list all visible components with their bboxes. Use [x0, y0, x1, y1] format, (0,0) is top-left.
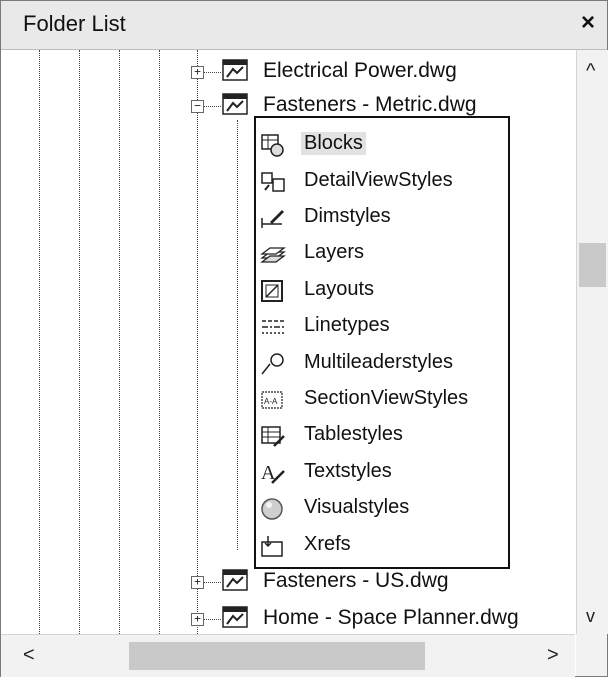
collapse-icon[interactable]: −	[191, 100, 204, 113]
dwg-file-icon	[222, 93, 248, 115]
tree-item-label: Fasteners - Metric.dwg	[263, 93, 477, 116]
blocks-icon	[261, 134, 284, 157]
tree-guide-line	[197, 50, 198, 634]
section-view-styles-icon: A-A	[261, 391, 283, 409]
visualstyles-icon	[261, 498, 283, 520]
tree-item-blocks[interactable]: Blocks	[256, 126, 508, 162]
scrollbar-corner	[576, 634, 607, 676]
linetypes-icon	[262, 320, 284, 334]
tree-item-label: Tablestyles	[304, 423, 403, 445]
dwg-file-icon	[222, 606, 248, 628]
tree-item-label: Linetypes	[304, 314, 390, 336]
tree-item-multileaderstyles[interactable]: Multileaderstyles	[256, 345, 508, 381]
title-bar: Folder List ×	[1, 1, 607, 50]
drawing-contents-list: Blocks DetailViewStyles Dimstyles Layers…	[254, 116, 510, 569]
multileader-icon	[261, 353, 284, 375]
tree-guide-line	[159, 50, 160, 634]
tree-item-label: SectionViewStyles	[304, 387, 469, 409]
folder-list-panel: Folder List × + Electrical Power.dwg − F…	[0, 0, 608, 677]
tree-item-label: Textstyles	[304, 460, 392, 482]
tree-guide-line	[79, 50, 80, 634]
expand-icon[interactable]: +	[191, 576, 204, 589]
panel-title: Folder List	[23, 11, 126, 36]
tree-item-layers[interactable]: Layers	[256, 235, 508, 271]
layouts-icon	[261, 280, 283, 302]
dwg-file-icon	[222, 569, 248, 591]
tree-item-label: Xrefs	[304, 533, 351, 555]
expand-icon[interactable]: +	[191, 66, 204, 79]
tree-item-tablestyles[interactable]: Tablestyles	[256, 417, 508, 453]
tree-item-label: Visualstyles	[304, 496, 410, 518]
textstyles-icon: A	[261, 462, 285, 484]
tree-item-textstyles[interactable]: A Textstyles	[256, 454, 508, 490]
dimstyles-icon	[261, 210, 284, 228]
tree-guide-line	[237, 120, 238, 550]
tree-item-label: Home - Space Planner.dwg	[263, 606, 519, 629]
tree-item-xrefs[interactable]: Xrefs	[256, 527, 508, 563]
tree-item-label: Layouts	[304, 278, 375, 300]
tree-item-label: Electrical Power.dwg	[263, 59, 457, 82]
tree-item-label: Blocks	[301, 132, 366, 155]
scroll-right-button[interactable]: >	[547, 644, 559, 667]
tablestyles-icon	[261, 426, 285, 447]
tree-item-label: Dimstyles	[304, 205, 391, 227]
horizontal-scroll-thumb[interactable]	[129, 642, 425, 670]
tree-item-linetypes[interactable]: Linetypes	[256, 308, 508, 344]
vertical-scrollbar[interactable]: ^ v	[576, 50, 608, 634]
xrefs-icon	[261, 536, 283, 557]
horizontal-scrollbar[interactable]: < >	[1, 634, 575, 677]
tree-item-label: Layers	[304, 241, 365, 263]
dwg-file-icon	[222, 59, 248, 81]
tree-item-label: Fasteners - US.dwg	[263, 569, 449, 592]
scroll-down-button[interactable]: v	[586, 606, 595, 627]
tree-item-dimstyles[interactable]: Dimstyles	[256, 199, 508, 235]
tree-guide-line	[39, 50, 40, 634]
svg-text:A-A: A-A	[264, 397, 278, 406]
scroll-left-button[interactable]: <	[23, 644, 35, 667]
tree-item-visualstyles[interactable]: Visualstyles	[256, 490, 508, 526]
detail-view-styles-icon	[261, 172, 285, 192]
layers-icon	[260, 247, 286, 263]
tree-item-layouts[interactable]: Layouts	[256, 272, 508, 308]
tree-item-sectionviewstyles[interactable]: A-A SectionViewStyles	[256, 381, 508, 417]
tree-item-detailviewstyles[interactable]: DetailViewStyles	[256, 163, 508, 199]
tree-guide-line	[119, 50, 120, 634]
close-button[interactable]: ×	[581, 9, 595, 37]
scroll-up-button[interactable]: ^	[586, 60, 595, 83]
vertical-scroll-thumb[interactable]	[579, 243, 606, 287]
tree-item-label: Multileaderstyles	[304, 351, 453, 373]
expand-icon[interactable]: +	[191, 613, 204, 626]
tree-item-label: DetailViewStyles	[304, 169, 453, 191]
